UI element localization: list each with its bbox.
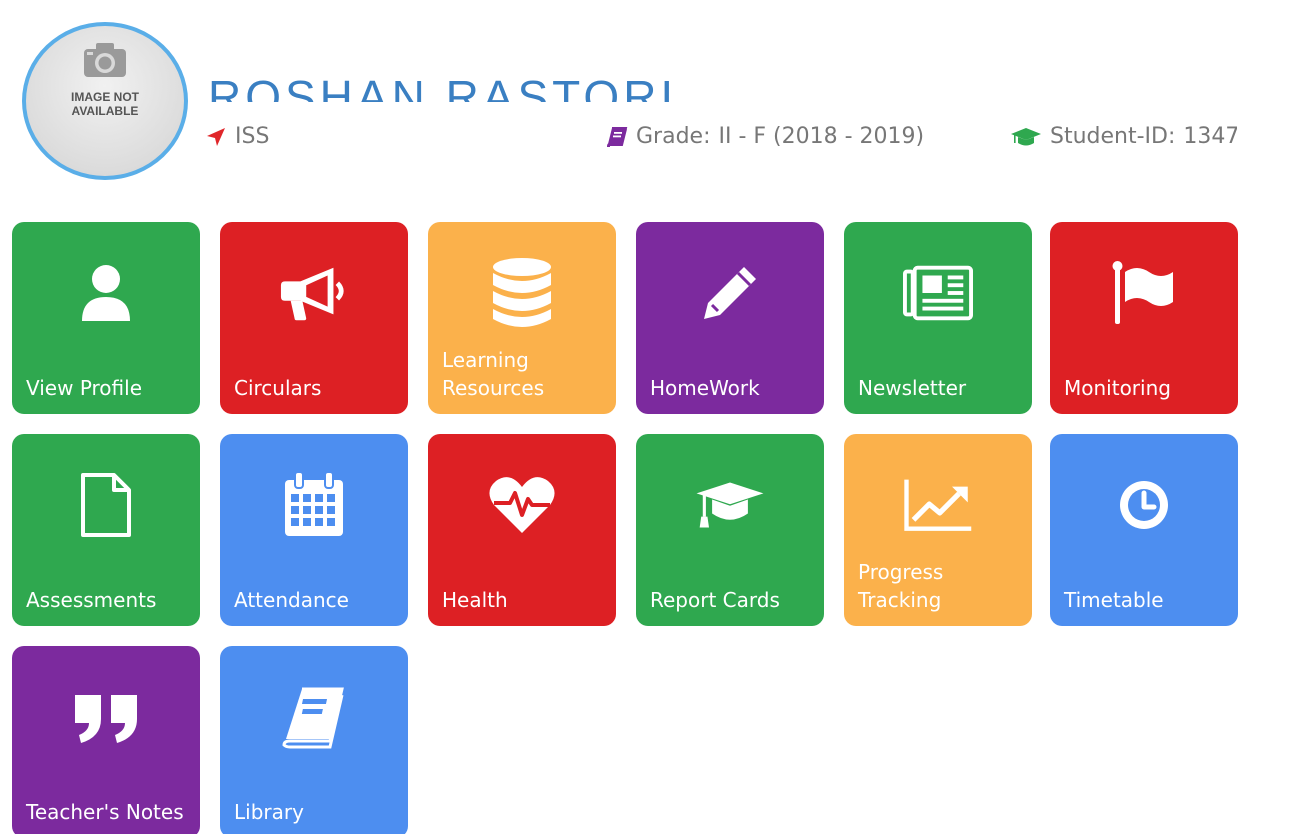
graduation-cap-icon: [695, 470, 765, 540]
book-icon: [279, 682, 349, 752]
clock-icon: [1109, 470, 1179, 540]
tile-teachers-notes[interactable]: Teacher's Notes: [12, 646, 200, 834]
tile-homework[interactable]: HomeWork: [636, 222, 824, 414]
grade-info: Grade: II - F (2018 - 2019): [606, 124, 924, 149]
tile-health[interactable]: Health: [428, 434, 616, 626]
newspaper-icon: [903, 258, 973, 328]
avatar: IMAGE NOT AVAILABLE: [22, 22, 188, 180]
grade-label: Grade:: [636, 124, 711, 149]
tile-label: HomeWork: [650, 376, 760, 400]
tile-assessments[interactable]: Assessments: [12, 434, 200, 626]
pencil-icon: [695, 258, 765, 328]
student-id-label: Student-ID:: [1050, 124, 1176, 149]
document-icon: [71, 470, 141, 540]
tile-learning-resources[interactable]: Learning Resources: [428, 222, 616, 414]
tile-attendance[interactable]: Attendance: [220, 434, 408, 626]
calendar-icon: [279, 470, 349, 540]
school-name: ISS: [235, 124, 270, 149]
flag-icon: [1109, 258, 1179, 328]
tile-view-profile[interactable]: View Profile: [12, 222, 200, 414]
book-icon: [606, 126, 628, 147]
student-id-value: 13478: [1183, 124, 1238, 149]
tile-report-cards[interactable]: Report Cards: [636, 434, 824, 626]
tile-newsletter[interactable]: Newsletter: [844, 222, 1032, 414]
student-id-info: Student-ID: 13478: [1010, 124, 1237, 149]
tile-monitoring[interactable]: Monitoring: [1050, 222, 1238, 414]
line-chart-icon: [903, 470, 973, 540]
tile-circulars[interactable]: Circulars: [220, 222, 408, 414]
location-arrow-icon: [207, 127, 225, 146]
school-info: ISS: [205, 124, 269, 149]
user-icon: [71, 258, 141, 328]
student-name: ROSHAN RASTORI: [208, 71, 678, 102]
tile-label: View Profile: [26, 376, 143, 400]
camera-icon: [84, 43, 126, 77]
tile-label: Library: [234, 800, 304, 824]
grade-value: II - F (2018 - 2019): [718, 124, 925, 149]
tile-timetable[interactable]: Timetable: [1050, 434, 1238, 626]
student-header: IMAGE NOT AVAILABLE ROSHAN RASTORI ISS G…: [0, 0, 1294, 200]
tile-label: Assessments: [26, 588, 157, 612]
tile-label: Health: [442, 588, 508, 612]
tile-label: Report Cards: [650, 588, 780, 612]
avatar-placeholder-text: IMAGE NOT AVAILABLE: [71, 90, 139, 118]
tile-label: Monitoring: [1064, 376, 1171, 400]
tile-label: Newsletter: [858, 376, 967, 400]
tile-label: Progress Tracking: [858, 560, 944, 612]
tile-label: Teacher's Notes: [26, 800, 184, 824]
tile-label: Learning Resources: [442, 348, 545, 400]
quote-icon: [71, 682, 141, 752]
database-icon: [487, 258, 557, 328]
heartbeat-icon: [487, 470, 557, 540]
tile-label: Timetable: [1064, 588, 1164, 612]
tile-progress-tracking[interactable]: Progress Tracking: [844, 434, 1032, 626]
megaphone-icon: [279, 258, 349, 328]
tile-label: Circulars: [234, 376, 322, 400]
tile-library[interactable]: Library: [220, 646, 408, 834]
tile-label: Attendance: [234, 588, 349, 612]
graduation-cap-icon: [1011, 127, 1041, 145]
